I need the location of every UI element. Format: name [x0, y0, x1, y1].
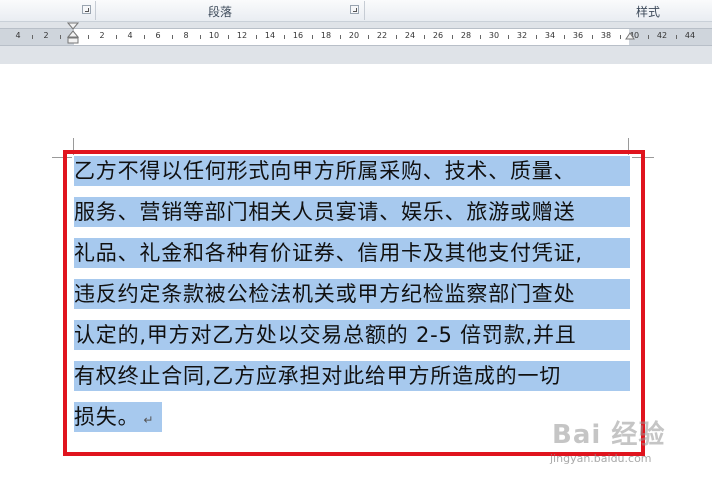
ruler-area: 4 2 2 4 6 8 10 12 14 16 18 20 22 24 26 2… [0, 22, 712, 64]
ruler-tick [368, 35, 369, 39]
ribbon-group-strip: 段落 样式 [0, 0, 712, 22]
ruler-label: 36 [572, 31, 584, 40]
ruler-tick [340, 35, 341, 39]
ruler-label: 10 [208, 31, 220, 40]
ruler-tick [452, 35, 453, 39]
ruler-tick [256, 35, 257, 39]
highlight-box [63, 150, 645, 456]
ruler-label: 30 [488, 31, 500, 40]
ruler-label: 2 [43, 31, 49, 40]
ruler-label: 38 [600, 31, 612, 40]
ruler-tick [536, 35, 537, 39]
ruler-label: 2 [99, 31, 105, 40]
ruler-label: 4 [127, 31, 133, 40]
ruler-label: 26 [432, 31, 444, 40]
font-dialog-launcher-icon[interactable] [82, 5, 91, 14]
ruler-tick [676, 35, 677, 39]
right-indent-marker-icon[interactable] [625, 32, 635, 42]
ruler-label: 24 [404, 31, 416, 40]
ruler-tick [508, 35, 509, 39]
ruler-tick [424, 35, 425, 39]
watermark-logo: Bai 经验 [552, 420, 666, 450]
ruler-label: 44 [684, 31, 696, 40]
ruler-label: 42 [656, 31, 668, 40]
ruler-tick [284, 35, 285, 39]
horizontal-ruler[interactable]: 4 2 2 4 6 8 10 12 14 16 18 20 22 24 26 2… [0, 28, 712, 46]
ruler-tick [200, 35, 201, 39]
ruler-tick [32, 35, 33, 39]
ruler-tick [592, 35, 593, 39]
ruler-tick [144, 35, 145, 39]
ruler-tick [620, 35, 621, 39]
ruler-tick [116, 35, 117, 39]
ruler-tick [396, 35, 397, 39]
ruler-right-margin [629, 29, 712, 45]
ruler-left-margin [0, 29, 74, 45]
baidu-jingyan-watermark: Bai 经验 jingyan.baidu.com [548, 414, 708, 484]
ruler-label: 12 [236, 31, 248, 40]
ruler-label: 32 [516, 31, 528, 40]
ribbon-group-divider [364, 1, 365, 20]
ribbon-group-divider [95, 1, 96, 20]
ruler-label: 8 [183, 31, 189, 40]
ruler-label: 22 [376, 31, 388, 40]
ruler-label: 14 [264, 31, 276, 40]
ruler-label: 20 [348, 31, 360, 40]
ruler-tick [564, 35, 565, 39]
ruler-label: 28 [460, 31, 472, 40]
ruler-label: 4 [15, 31, 21, 40]
ruler-tick [88, 35, 89, 39]
ruler-tick [648, 35, 649, 39]
ruler-label: 6 [155, 31, 161, 40]
watermark-url: jingyan.baidu.com [550, 452, 652, 465]
indent-marker-icon[interactable] [67, 22, 79, 44]
ruler-label: 18 [320, 31, 332, 40]
ruler-tick [480, 35, 481, 39]
styles-group-label: 样式 [636, 5, 661, 19]
ruler-tick [312, 35, 313, 39]
paragraph-group-label: 段落 [208, 5, 233, 19]
ruler-tick [60, 35, 61, 39]
ruler-label: 34 [544, 31, 556, 40]
ruler-tick [172, 35, 173, 39]
ruler-tick [228, 35, 229, 39]
ruler-label: 16 [292, 31, 304, 40]
paragraph-dialog-launcher-icon[interactable] [350, 5, 359, 14]
